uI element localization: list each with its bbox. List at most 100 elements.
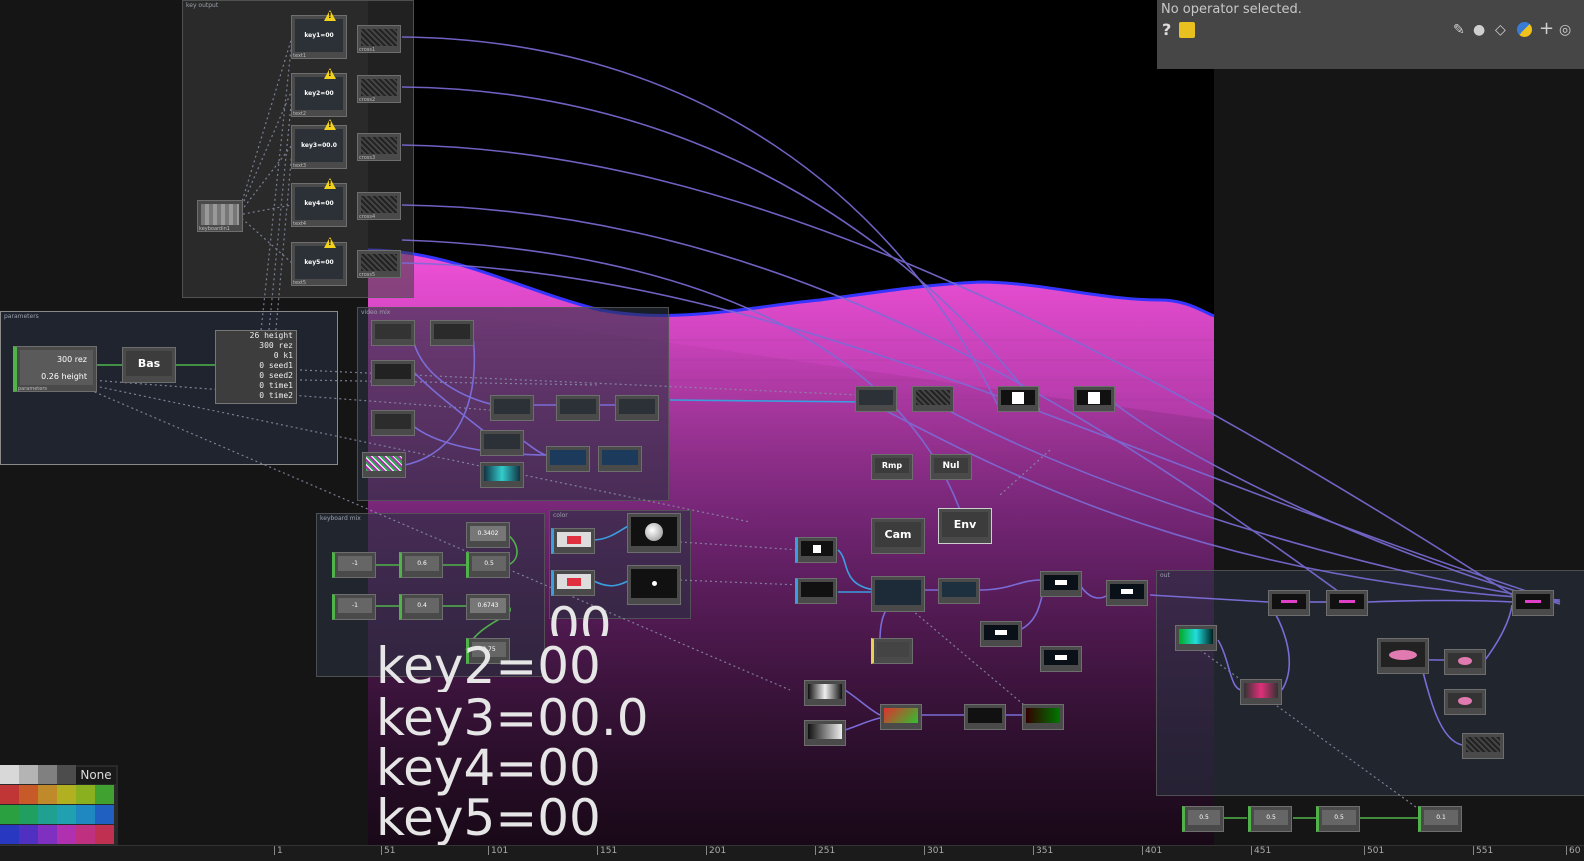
parameter-table[interactable]: 26 height 300 rez 0 k1 0 seed1 0 seed2 0…	[215, 330, 297, 404]
swatch[interactable]	[38, 805, 57, 824]
camera-operator[interactable]: Cam	[871, 518, 925, 554]
crossfade-operator[interactable]: cross4	[357, 192, 401, 220]
help-icon[interactable]: ?	[1162, 20, 1171, 39]
render-top-operator[interactable]	[938, 578, 980, 604]
chop-operator[interactable]: 0.6	[399, 552, 443, 578]
top-operator[interactable]	[371, 360, 415, 386]
top-operator[interactable]	[880, 704, 922, 730]
swatch[interactable]	[57, 805, 76, 824]
top-operator[interactable]	[912, 386, 954, 412]
dat-operator[interactable]	[871, 638, 913, 664]
top-operator[interactable]	[615, 395, 659, 421]
swatch[interactable]	[57, 785, 76, 804]
feedback-operator[interactable]	[1377, 638, 1429, 674]
swatch[interactable]	[38, 825, 57, 844]
null-operator[interactable]: Nul	[930, 454, 972, 480]
top-operator[interactable]	[1268, 590, 1310, 616]
swatch[interactable]	[0, 805, 19, 824]
chop-operator[interactable]: 0.5	[466, 552, 510, 578]
swatch[interactable]	[38, 765, 57, 784]
top-operator[interactable]	[1040, 571, 1082, 597]
ramp-operator[interactable]	[804, 680, 846, 706]
warning-icon[interactable]: !	[324, 10, 336, 21]
swatch[interactable]	[0, 765, 19, 784]
swatch[interactable]	[76, 805, 95, 824]
top-operator[interactable]	[480, 430, 524, 456]
crossfade-operator[interactable]: cross1	[357, 25, 401, 53]
swatch[interactable]	[76, 785, 95, 804]
swatch[interactable]	[95, 825, 114, 844]
swatch[interactable]	[0, 825, 19, 844]
chop-operator[interactable]: 0.5	[1316, 806, 1360, 832]
sphere-render-operator[interactable]	[627, 513, 681, 553]
top-operator[interactable]	[490, 395, 534, 421]
ramp-operator[interactable]	[1175, 625, 1217, 651]
top-operator[interactable]	[1240, 679, 1282, 705]
ramp-chop-operator[interactable]: Rmp	[871, 454, 913, 480]
warning-icon[interactable]: !	[324, 237, 336, 248]
top-operator[interactable]	[1512, 590, 1554, 616]
chop-operator[interactable]: -1	[332, 552, 376, 578]
swatch[interactable]	[19, 785, 38, 804]
swatch[interactable]	[0, 785, 19, 804]
text-operator[interactable]: key5=00 text5	[291, 242, 347, 286]
top-operator[interactable]	[997, 386, 1039, 412]
swatch[interactable]	[19, 805, 38, 824]
crossfade-operator[interactable]: cross3	[357, 133, 401, 161]
top-operator[interactable]	[371, 320, 415, 346]
swatch[interactable]	[57, 825, 76, 844]
edit-icon[interactable]: ✎	[1453, 22, 1465, 38]
base-operator[interactable]: Bas	[122, 347, 176, 383]
timeline-ruler[interactable]: 1 51 101 151 201 251 301 351 401 451 501…	[0, 845, 1584, 861]
text-operator[interactable]: key3=00.0 text3	[291, 125, 347, 169]
chop-operator[interactable]: 0.3402	[466, 522, 510, 548]
python-help-icon[interactable]	[1179, 22, 1195, 38]
parameter-comp[interactable]: 300 rez 0.26 height parameters	[13, 346, 97, 392]
warning-icon[interactable]: !	[324, 68, 336, 79]
python-icon[interactable]	[1517, 22, 1532, 37]
swatch[interactable]	[76, 825, 95, 844]
swatch[interactable]	[95, 785, 114, 804]
swatch[interactable]	[95, 805, 114, 824]
chop-operator[interactable]: -1	[332, 594, 376, 620]
chop-operator[interactable]: 0.4	[399, 594, 443, 620]
geometry-operator[interactable]	[795, 537, 837, 563]
top-operator[interactable]	[964, 704, 1006, 730]
top-operator[interactable]	[1073, 386, 1115, 412]
ramp-operator[interactable]	[480, 462, 524, 488]
top-operator[interactable]	[1444, 649, 1486, 675]
keyboard-in-operator[interactable]: keyboardin1	[197, 200, 243, 232]
top-operator[interactable]	[546, 446, 590, 472]
swatch[interactable]	[19, 825, 38, 844]
top-operator[interactable]	[1326, 590, 1368, 616]
swatch[interactable]	[19, 765, 38, 784]
top-operator[interactable]	[1106, 580, 1148, 606]
add-icon[interactable]: +	[1539, 18, 1554, 39]
warning-icon[interactable]: !	[324, 178, 336, 189]
top-operator[interactable]	[430, 320, 474, 346]
text-operator[interactable]: key1=00 text1	[291, 15, 347, 59]
transform-operator[interactable]	[795, 578, 837, 604]
network-editor[interactable]: key output parameters video mix keyboard…	[0, 0, 1584, 861]
ramp-operator[interactable]	[804, 720, 846, 746]
noise-operator[interactable]	[362, 452, 406, 478]
clone-icon[interactable]: ◇	[1495, 22, 1506, 38]
text-operator[interactable]: key4=00 text4	[291, 183, 347, 227]
chop-operator[interactable]: 0.5	[1182, 806, 1224, 832]
top-operator[interactable]	[1444, 689, 1486, 715]
top-operator[interactable]	[855, 386, 897, 412]
chop-operator[interactable]: 0.5	[1248, 806, 1292, 832]
top-operator[interactable]	[1022, 704, 1064, 730]
top-operator[interactable]	[980, 621, 1022, 647]
text-operator[interactable]: key2=00 text2	[291, 73, 347, 117]
wireless-icon[interactable]: ◎	[1559, 22, 1571, 38]
top-operator[interactable]	[556, 395, 600, 421]
crossfade-operator[interactable]: cross5	[357, 250, 401, 278]
crossfade-operator[interactable]: cross2	[357, 75, 401, 103]
constant-operator[interactable]	[551, 528, 595, 554]
swatch[interactable]	[38, 785, 57, 804]
comment-icon[interactable]: ●	[1473, 22, 1485, 38]
environment-operator[interactable]: Env	[938, 508, 992, 544]
render-operator[interactable]	[627, 565, 681, 605]
top-operator[interactable]	[1040, 646, 1082, 672]
